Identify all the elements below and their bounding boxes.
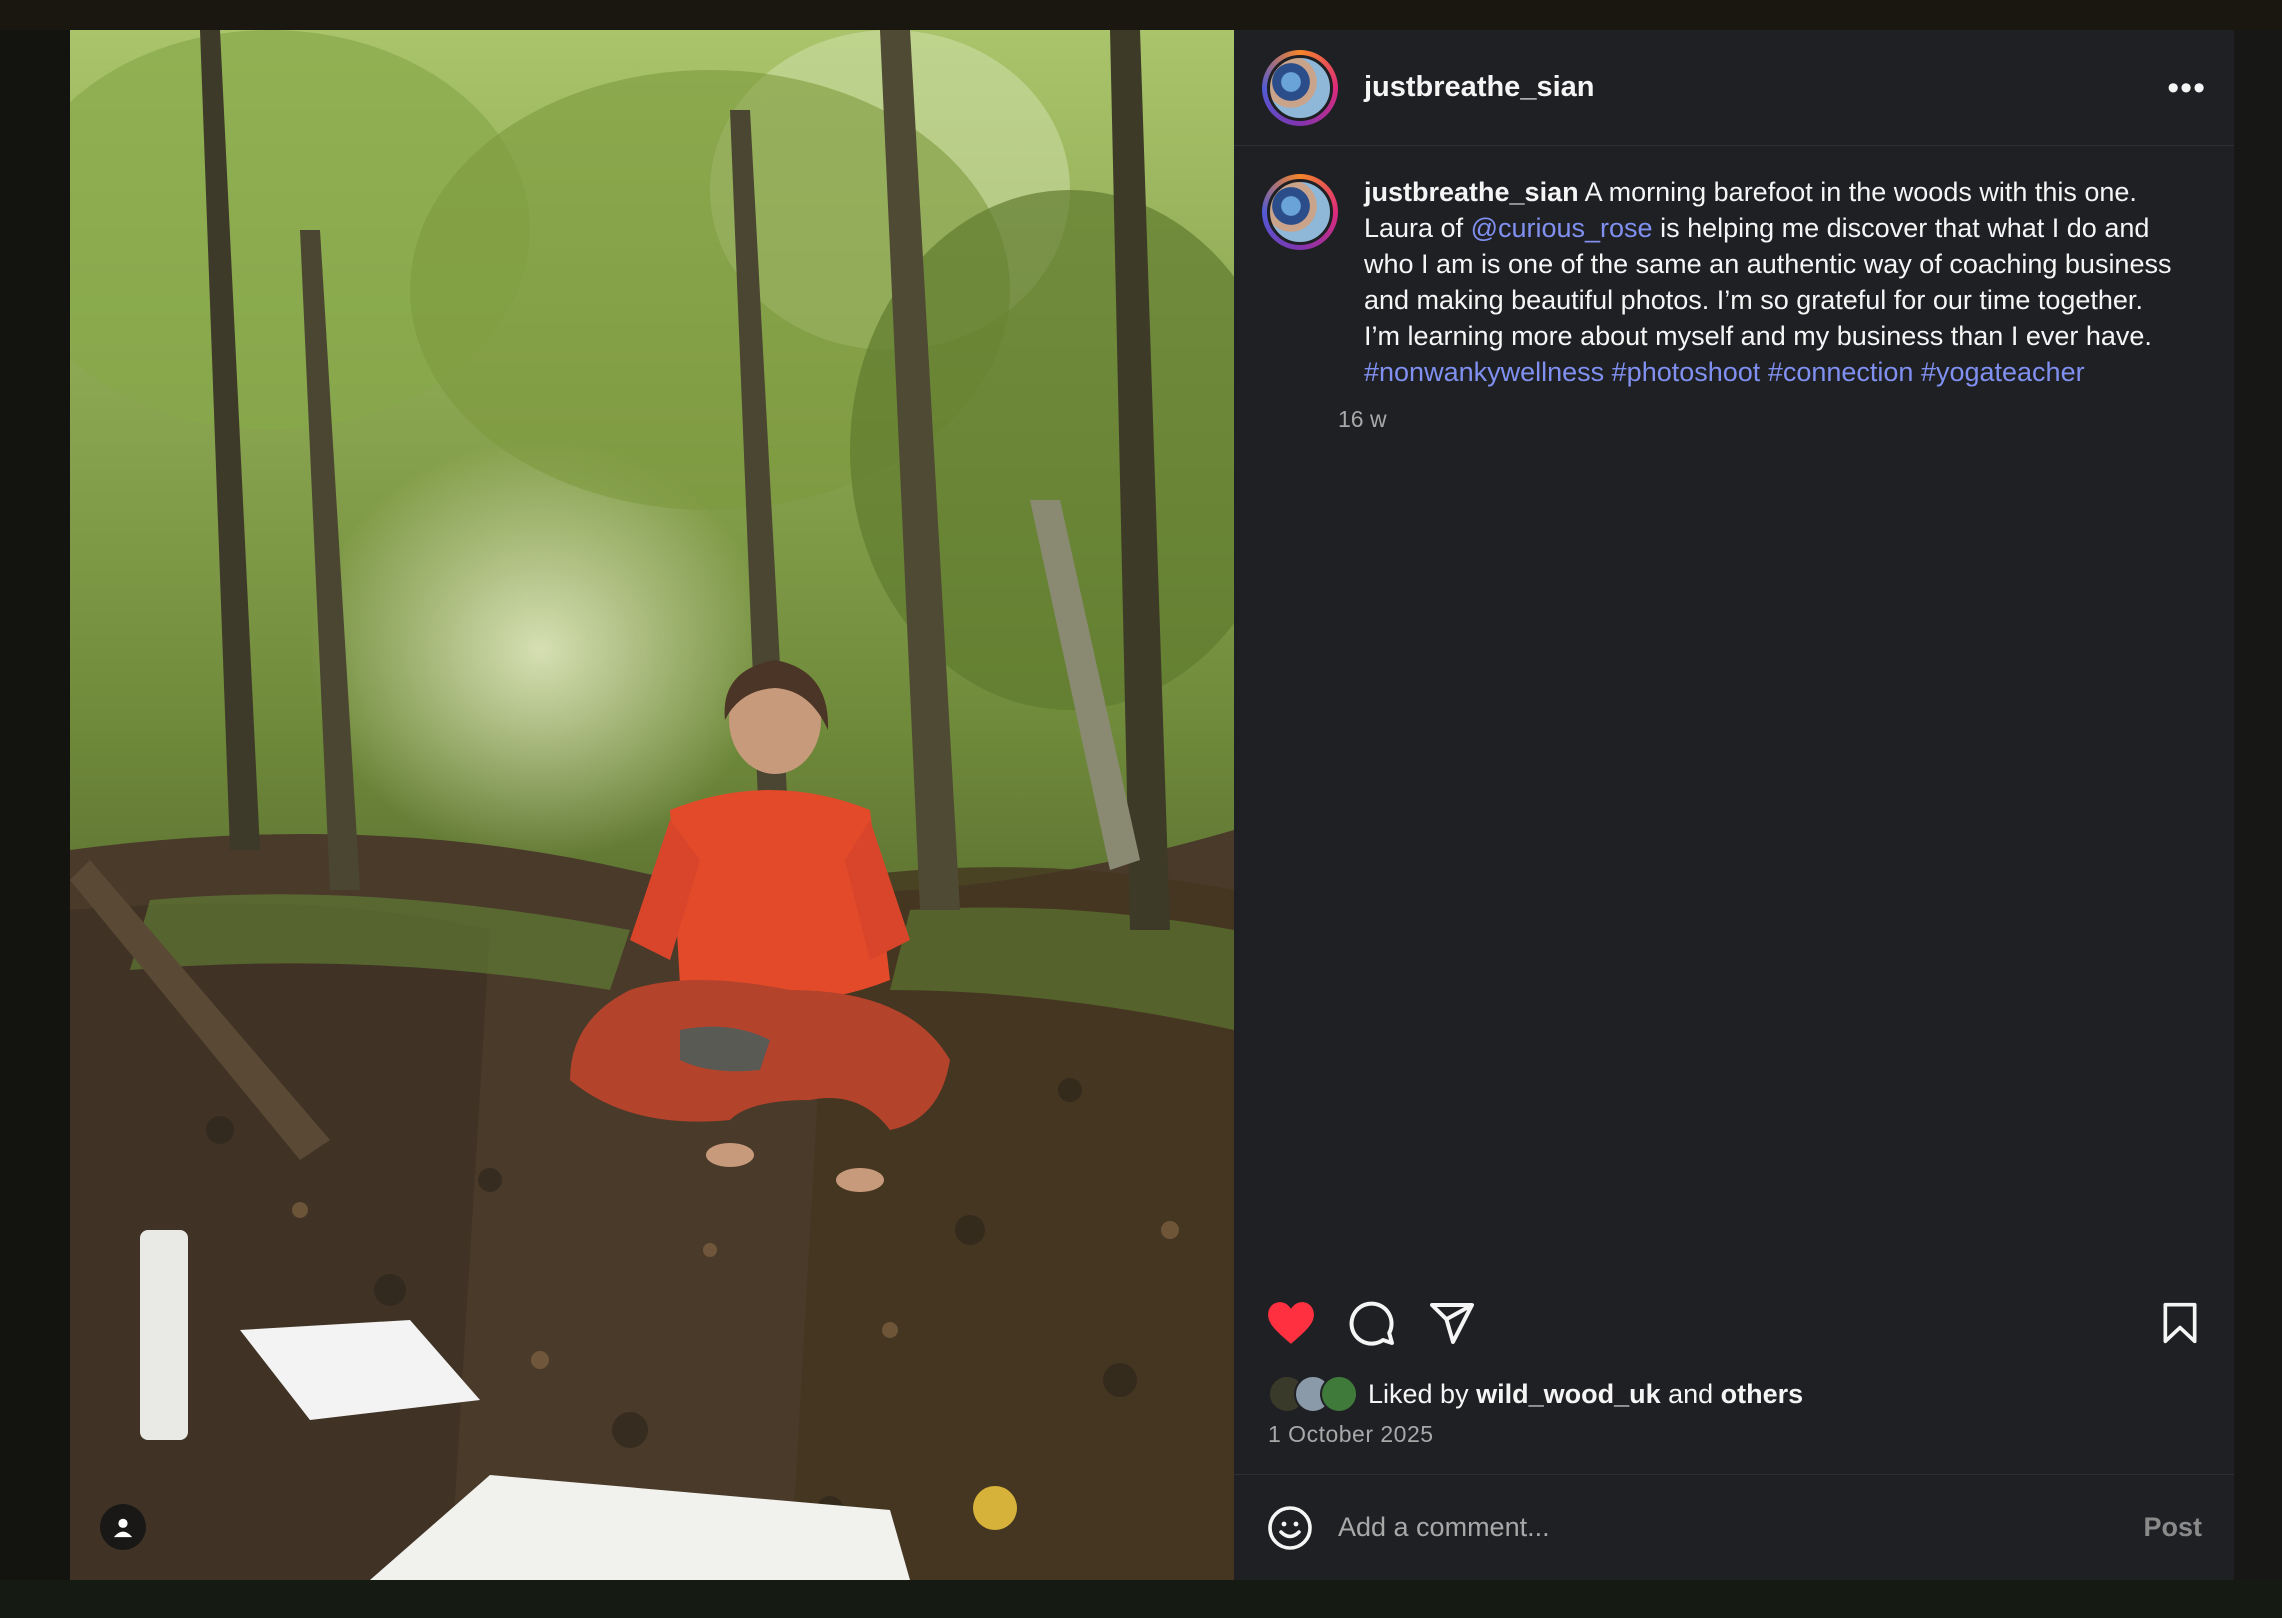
- caption-line2-prefix: Laura of: [1364, 213, 1471, 243]
- caption-line1: A morning barefoot in the woods with thi…: [1578, 177, 2137, 207]
- comment-input[interactable]: [1336, 1511, 2144, 1544]
- likes-others-link[interactable]: others: [1721, 1379, 1804, 1409]
- comment-bar: Post: [1234, 1474, 2234, 1580]
- author-avatar[interactable]: [1262, 49, 1338, 126]
- liker-avatars[interactable]: [1268, 1375, 1358, 1413]
- post-photo: [70, 30, 1234, 1580]
- woodland-photo: [70, 30, 1234, 1580]
- user-tag-icon: [113, 1518, 133, 1538]
- heart-icon: [1268, 1302, 1314, 1344]
- save-button[interactable]: [2158, 1300, 2202, 1346]
- likes-row: Liked by wild_wood_uk and others: [1234, 1375, 2234, 1413]
- hashtag-link[interactable]: #nonwankywellness: [1364, 357, 1604, 387]
- post-date[interactable]: 1 October 2025: [1234, 1413, 2234, 1448]
- emoji-button[interactable]: [1266, 1504, 1314, 1552]
- liker-avatar: [1320, 1375, 1358, 1413]
- author-username[interactable]: justbreathe_sian: [1364, 71, 1594, 104]
- caption-timestamp[interactable]: 16 w: [1338, 406, 2184, 433]
- hashtag-link[interactable]: #yogateacher: [1921, 357, 2085, 387]
- likes-prefix: Liked by: [1368, 1378, 1477, 1409]
- comment-icon: [1349, 1301, 1394, 1346]
- share-icon: [1430, 1303, 1474, 1344]
- post-header: justbreathe_sian •••: [1234, 30, 2234, 146]
- likes-and: and: [1660, 1378, 1721, 1409]
- emoji-icon: [1268, 1505, 1312, 1550]
- post-comment-button[interactable]: Post: [2143, 1512, 2202, 1543]
- hashtag-link[interactable]: #photoshoot: [1612, 357, 1761, 387]
- bookmark-icon: [2163, 1302, 2197, 1344]
- share-button[interactable]: [1428, 1299, 1476, 1347]
- like-button[interactable]: [1266, 1300, 1316, 1346]
- action-bar: [1234, 1283, 2234, 1363]
- liked-by-user-link[interactable]: wild_wood_uk: [1476, 1379, 1661, 1409]
- likes-text: Liked by wild_wood_uk and others: [1368, 1379, 1803, 1410]
- caption-username[interactable]: justbreathe_sian: [1364, 177, 1579, 207]
- caption-area: justbreathe_sian A morning barefoot in t…: [1234, 146, 2234, 1283]
- user-tag-button[interactable]: [100, 1504, 146, 1550]
- caption-text: justbreathe_sian A morning barefoot in t…: [1364, 174, 2184, 390]
- more-icon[interactable]: •••: [2167, 71, 2206, 105]
- mention-link[interactable]: @curious_rose: [1471, 213, 1653, 243]
- hashtag-link[interactable]: #connection: [1768, 357, 1914, 387]
- comment-button[interactable]: [1348, 1299, 1396, 1347]
- caption-avatar[interactable]: [1262, 174, 1338, 250]
- post-modal: justbreathe_sian ••• justbreathe_sian A …: [70, 30, 2234, 1580]
- post-details-panel: justbreathe_sian ••• justbreathe_sian A …: [1234, 30, 2234, 1580]
